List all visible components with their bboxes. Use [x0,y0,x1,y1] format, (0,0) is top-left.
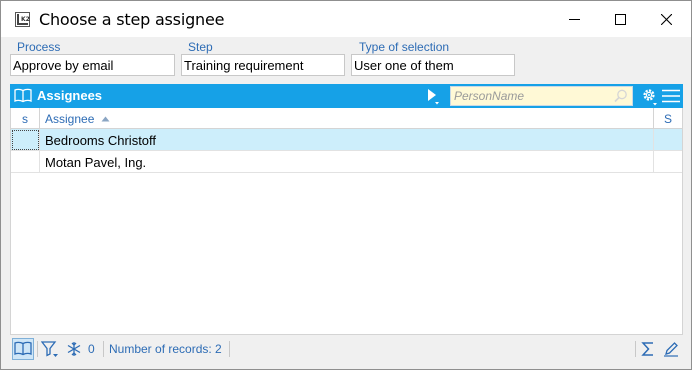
column-header-assignee-label: Assignee [45,112,95,126]
play-icon[interactable] [426,88,440,108]
row-select-cell[interactable] [11,151,40,173]
selection-type-field[interactable]: User one of them [351,54,515,76]
search-box[interactable] [450,86,633,106]
search-input[interactable] [451,87,611,105]
record-count: Number of records: 2 [109,337,222,361]
gear-icon[interactable] [641,87,659,110]
selection-type-label: Type of selection [359,40,450,54]
divider [635,341,636,357]
column-header-s-label: s [22,112,28,126]
assignee-cell[interactable]: Bedrooms Christoff [40,129,654,151]
close-button[interactable] [643,1,689,37]
table-row[interactable]: Motan Pavel, Ing. [11,151,682,173]
sigma-icon [641,342,653,356]
status-bar: 0 Number of records: 2 [10,337,683,361]
filter-count-value: 0 [88,342,95,356]
process-label: Process [17,40,61,54]
row-select-cell[interactable] [11,129,40,151]
column-header-s[interactable]: s [11,108,40,129]
search-icon[interactable] [614,89,628,106]
table-row[interactable]: Bedrooms Christoff [11,129,682,151]
filter-icon [41,341,58,357]
column-header-S-label: S [663,112,672,126]
minimize-icon [568,18,580,20]
edit-icon [664,342,678,357]
status-cell[interactable] [654,151,682,173]
dialog-window: K2 Choose a step assignee Process Approv… [0,0,692,370]
book-icon[interactable] [14,88,32,107]
assignees-grid: s Assignee S Bedrooms Christoff Motan Pa… [10,108,683,335]
record-count-text: Number of records: 2 [109,342,222,356]
panel-title: Assignees [37,88,103,103]
assignees-panel-header: Assignees [10,84,683,108]
edit-button[interactable] [661,337,681,361]
sort-ascending-icon [101,116,110,122]
divider [103,341,104,357]
snowflake-icon [67,342,81,356]
status-cell[interactable] [654,129,682,151]
filter-button[interactable] [40,337,60,361]
column-header-S[interactable]: S [654,108,682,129]
divider [229,341,230,357]
maximize-icon [614,13,626,25]
divider [37,341,38,357]
column-header-assignee[interactable]: Assignee [40,108,654,129]
svg-text:K2: K2 [21,16,30,23]
book-toggle-button[interactable] [12,338,34,360]
k2-app-icon: K2 [15,12,30,27]
sum-button[interactable] [638,337,658,361]
window-title: Choose a step assignee [39,10,225,29]
menu-icon[interactable] [662,88,680,107]
process-field[interactable]: Approve by email [10,54,175,76]
step-label: Step [188,40,213,54]
title-bar: K2 Choose a step assignee [1,1,691,37]
book-icon [14,341,32,356]
assignee-cell[interactable]: Motan Pavel, Ing. [40,151,654,173]
minimize-button[interactable] [551,1,597,37]
close-icon [660,13,672,25]
filter-count: 0 [88,337,95,361]
snowflake-button[interactable] [64,337,84,361]
grid-header: s Assignee S [11,108,682,129]
step-field[interactable]: Training requirement [181,54,345,76]
maximize-button[interactable] [597,1,643,37]
